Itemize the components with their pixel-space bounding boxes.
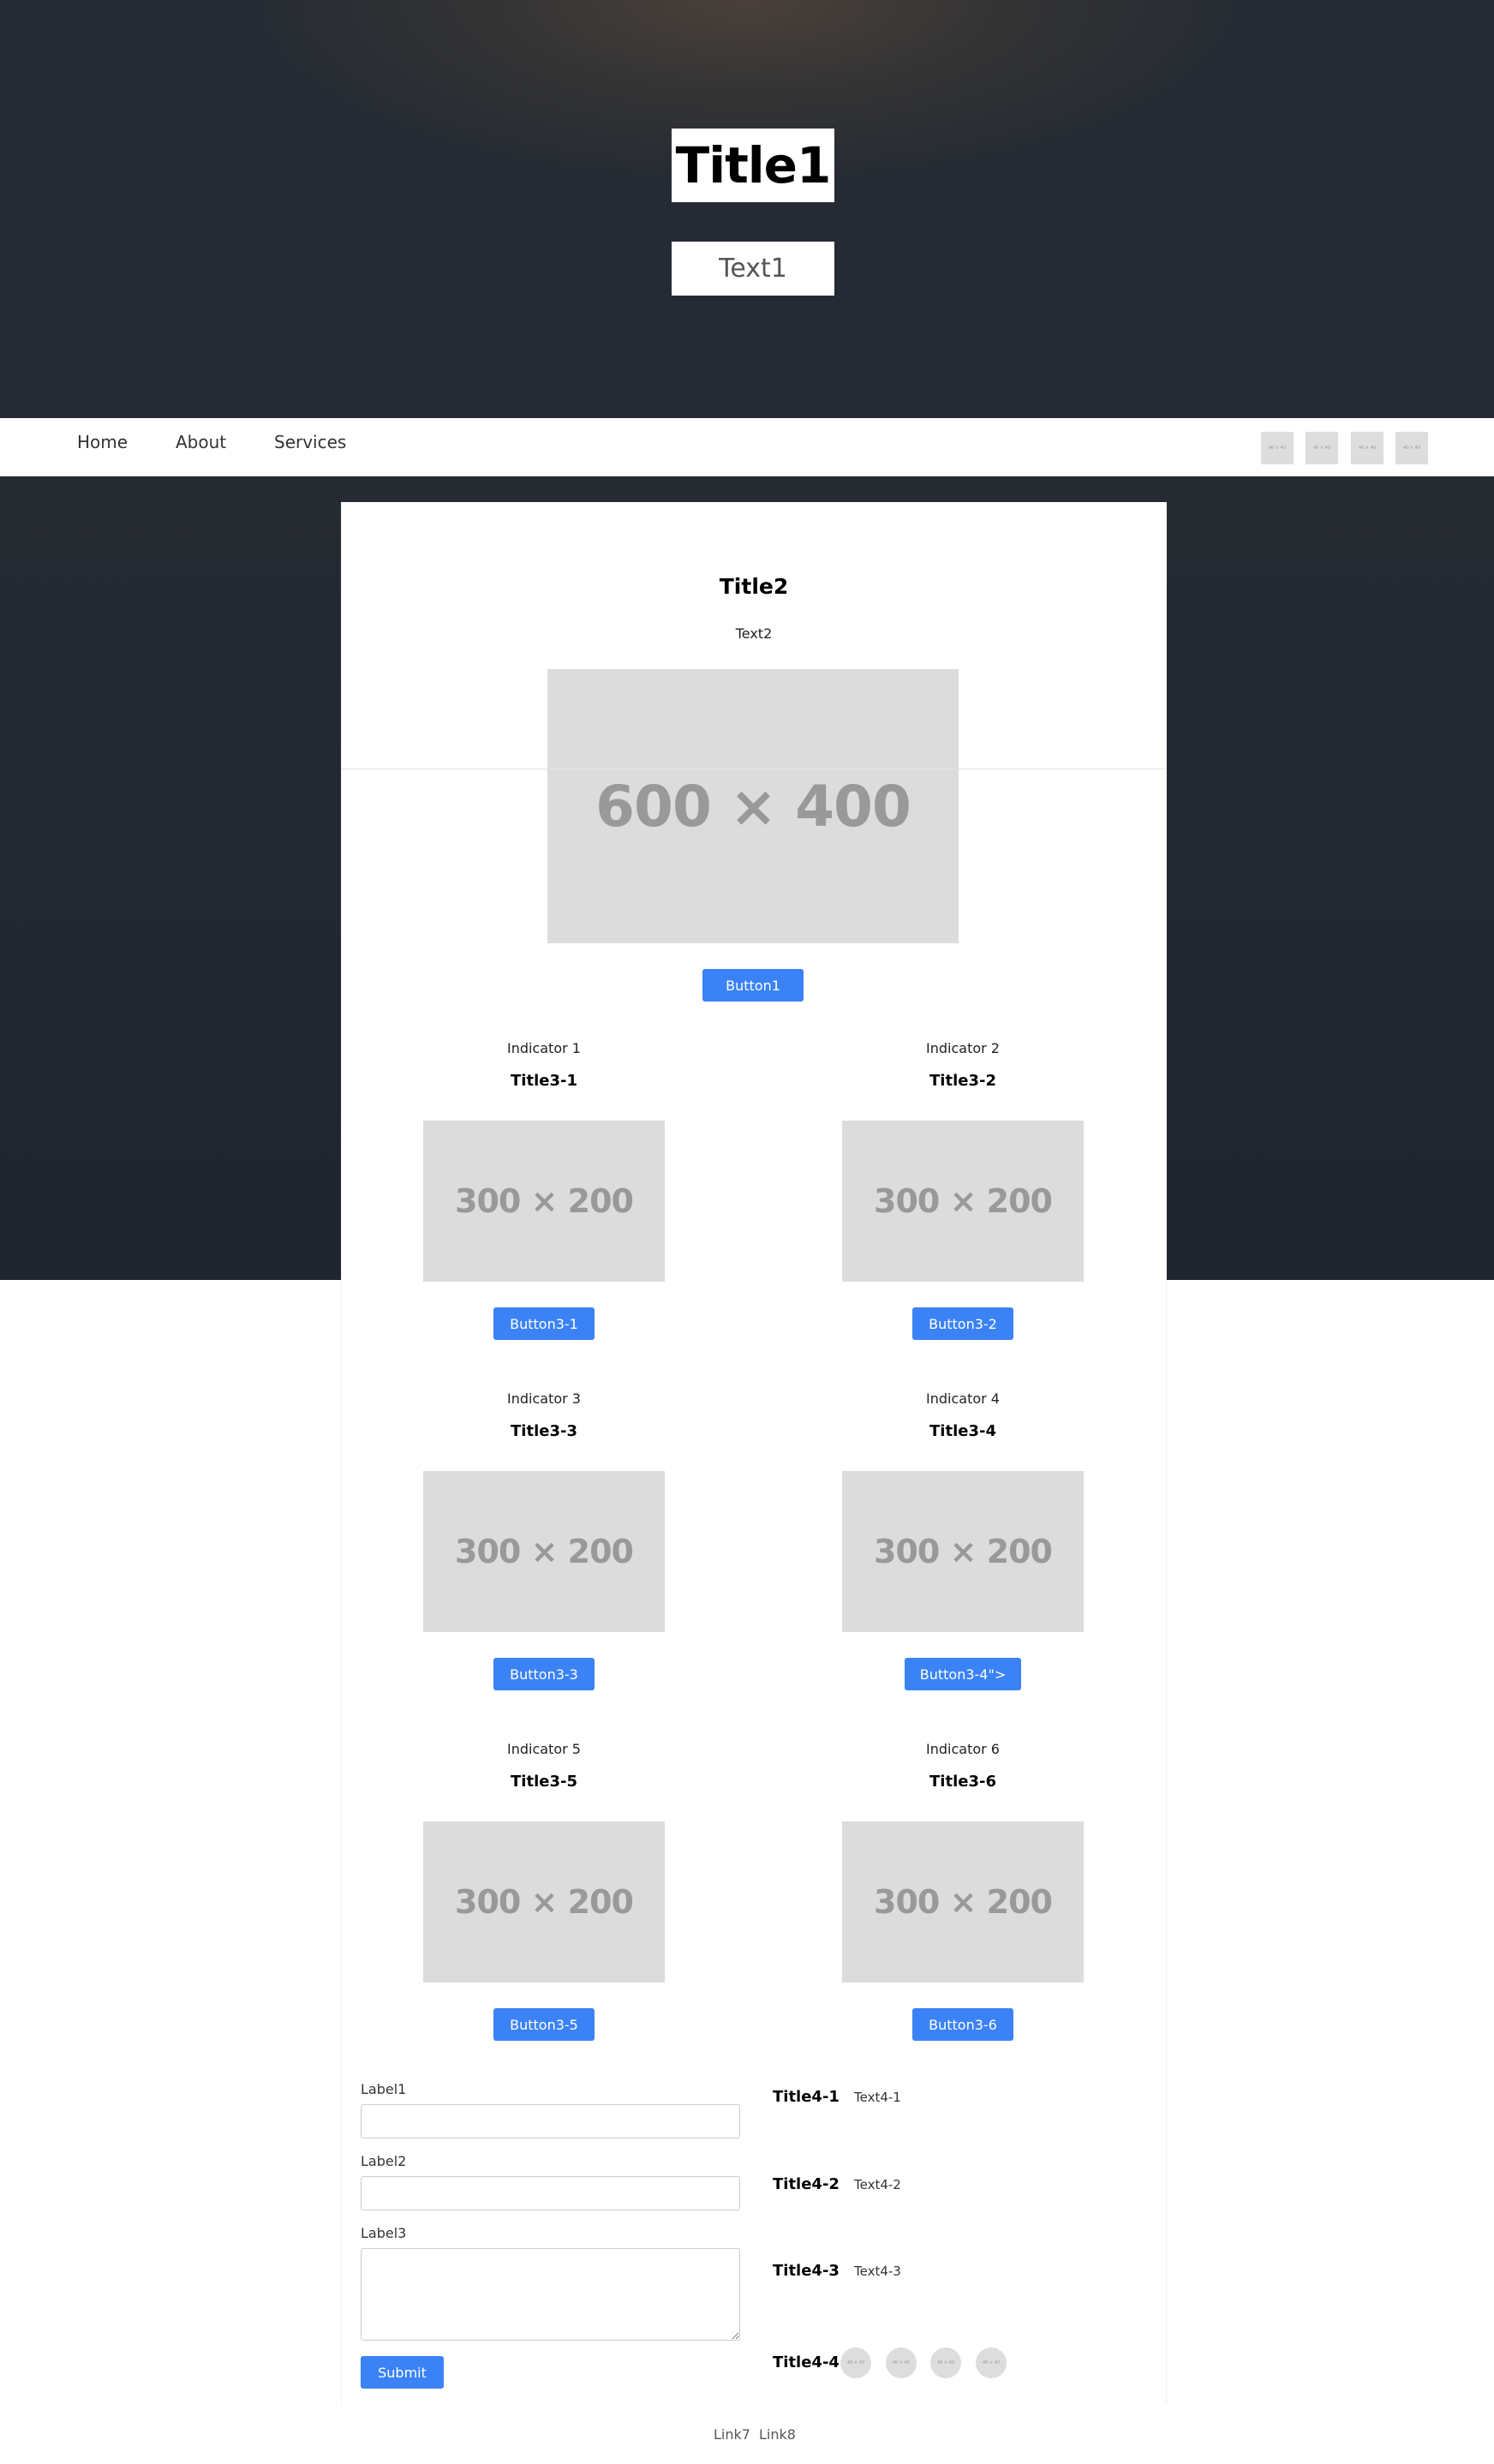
main-title: Title2 bbox=[719, 574, 789, 599]
nav-link-home[interactable]: Home bbox=[77, 418, 128, 466]
nav-thumbnail-2[interactable]: 40 × 40 bbox=[1306, 432, 1338, 464]
hero-title: Title1 bbox=[672, 129, 834, 202]
main-image-placeholder: 600 × 400 bbox=[547, 669, 959, 943]
grid-image-label: 300 × 200 bbox=[874, 1883, 1053, 1921]
indicator-label: Indicator 5 bbox=[507, 1741, 581, 1757]
social-icon-3[interactable]: 40 × 40 bbox=[930, 2347, 961, 2378]
info-title-3: Title4-3 bbox=[773, 2262, 840, 2280]
indicator-label: Indicator 6 bbox=[926, 1741, 1000, 1757]
grid-button-1[interactable]: Button3-1 bbox=[493, 1307, 595, 1340]
footer-link-8[interactable]: Link8 bbox=[759, 2426, 796, 2443]
grid-button-6[interactable]: Button3-6 bbox=[912, 2008, 1013, 2041]
form-textarea-3[interactable] bbox=[361, 2248, 740, 2341]
social-icon-4[interactable]: 40 × 40 bbox=[976, 2347, 1007, 2378]
grid-image-label: 300 × 200 bbox=[455, 1182, 634, 1220]
info-text-3: Text4-3 bbox=[854, 2264, 901, 2279]
grid-button-4[interactable]: Button3-4"> bbox=[905, 1658, 1021, 1690]
indicator-label: Indicator 2 bbox=[926, 1040, 1000, 1056]
nav-thumbnail-1[interactable]: 40 × 40 bbox=[1261, 432, 1294, 464]
info-text-2: Text4-2 bbox=[854, 2177, 901, 2192]
grid-item-title: Title3-4 bbox=[929, 1422, 996, 1440]
social-icon-2[interactable]: 40 × 40 bbox=[886, 2347, 917, 2378]
grid-image-placeholder: 300 × 200 bbox=[842, 1121, 1084, 1282]
grid-item-1: Indicator 1 Title3-1 bbox=[423, 1040, 665, 1090]
info-title-1: Title4-1 bbox=[773, 2088, 840, 2106]
grid-item-title: Title3-1 bbox=[511, 1072, 577, 1090]
hero-text: Text1 bbox=[672, 242, 834, 296]
grid-item-3: Indicator 3 Title3-3 bbox=[423, 1390, 665, 1440]
grid-item-2: Indicator 2 Title3-2 bbox=[842, 1040, 1084, 1090]
grid-item-title: Title3-5 bbox=[511, 1773, 577, 1791]
form-label-2: Label2 bbox=[361, 2153, 407, 2169]
grid-item-title: Title3-2 bbox=[929, 1072, 996, 1090]
nav-link-about[interactable]: About bbox=[176, 418, 226, 466]
submit-button[interactable]: Submit bbox=[361, 2356, 444, 2389]
form-label-1: Label1 bbox=[361, 2081, 407, 2097]
nav-link-services[interactable]: Services bbox=[274, 418, 346, 466]
indicator-label: Indicator 1 bbox=[507, 1040, 581, 1056]
grid-image-placeholder: 300 × 200 bbox=[423, 1121, 665, 1282]
footer-link-7[interactable]: Link7 bbox=[714, 2426, 750, 2443]
nav-thumbnail-4[interactable]: 40 × 40 bbox=[1395, 432, 1428, 464]
grid-button-5[interactable]: Button3-5 bbox=[493, 2008, 595, 2041]
grid-image-placeholder: 300 × 200 bbox=[842, 1471, 1084, 1632]
info-text-1: Text4-1 bbox=[854, 2090, 901, 2105]
form-input-1[interactable] bbox=[361, 2104, 740, 2138]
grid-image-placeholder: 300 × 200 bbox=[423, 1471, 665, 1632]
grid-image-label: 300 × 200 bbox=[874, 1533, 1053, 1570]
grid-image-label: 300 × 200 bbox=[874, 1182, 1053, 1220]
info-title-4: Title4-4 bbox=[773, 2353, 840, 2371]
hero-banner: Title1 Text1 bbox=[0, 0, 1494, 418]
grid-button-2[interactable]: Button3-2 bbox=[912, 1307, 1013, 1340]
social-icon-1[interactable]: 40 × 40 bbox=[840, 2347, 871, 2378]
top-navigation: Home About Services 40 × 40 40 × 40 40 ×… bbox=[0, 418, 1494, 476]
grid-item-5: Indicator 5 Title3-5 bbox=[423, 1741, 665, 1791]
grid-image-label: 300 × 200 bbox=[455, 1883, 634, 1921]
main-button[interactable]: Button1 bbox=[702, 969, 804, 1002]
grid-item-4: Indicator 4 Title3-4 bbox=[842, 1390, 1084, 1440]
main-text: Text2 bbox=[735, 625, 773, 642]
grid-item-6: Indicator 6 Title3-6 bbox=[842, 1741, 1084, 1791]
main-content-card: Title2 Text2 600 × 400 Button1 Indicator… bbox=[341, 502, 1167, 2404]
grid-image-label: 300 × 200 bbox=[455, 1533, 634, 1570]
grid-image-placeholder: 300 × 200 bbox=[423, 1821, 665, 1983]
grid-image-placeholder: 300 × 200 bbox=[842, 1821, 1084, 1983]
nav-thumbnail-3[interactable]: 40 × 40 bbox=[1351, 432, 1383, 464]
grid-button-3[interactable]: Button3-3 bbox=[493, 1658, 595, 1690]
info-title-2: Title4-2 bbox=[773, 2175, 840, 2193]
form-input-2[interactable] bbox=[361, 2176, 740, 2210]
indicator-label: Indicator 3 bbox=[507, 1390, 581, 1407]
main-image-label: 600 × 400 bbox=[595, 773, 911, 840]
grid-item-title: Title3-3 bbox=[511, 1422, 577, 1440]
indicator-label: Indicator 4 bbox=[926, 1390, 1000, 1407]
grid-item-title: Title3-6 bbox=[929, 1773, 996, 1791]
form-label-3: Label3 bbox=[361, 2225, 407, 2241]
